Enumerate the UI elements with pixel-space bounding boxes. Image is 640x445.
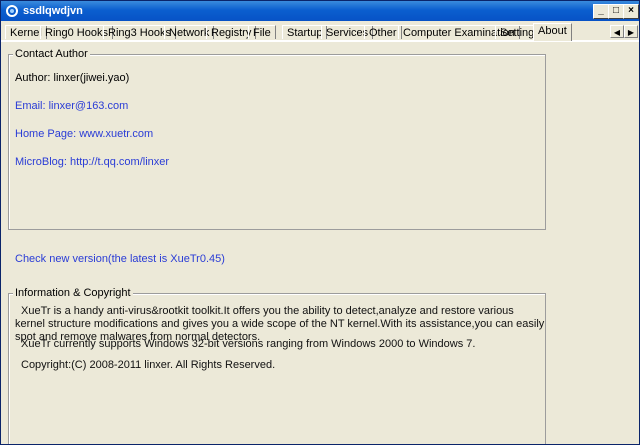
tab-scroll-right-icon[interactable]: ▶ xyxy=(624,25,638,38)
homepage-link[interactable]: Home Page: www.xuetr.com xyxy=(15,128,153,140)
tab-about[interactable]: About xyxy=(533,23,572,41)
author-text: Author: linxer(jiwei.yao) xyxy=(15,72,130,84)
maximize-icon[interactable]: □ xyxy=(608,4,624,19)
about-panel: Contact Author Author: linxer(jiwei.yao)… xyxy=(1,41,639,444)
tab-file[interactable]: File xyxy=(248,25,276,39)
information-copyright-group: Information & Copyright XueTr is a handy… xyxy=(8,287,546,444)
title-bar[interactable]: ssdlqwdjvn _ □ × xyxy=(1,1,639,21)
close-icon[interactable]: × xyxy=(623,4,639,19)
minimize-icon[interactable]: _ xyxy=(593,4,609,19)
information-copyright-label: Information & Copyright xyxy=(13,287,133,299)
info-copyright: Copyright:(C) 2008-2011 linxer. All Righ… xyxy=(21,359,276,371)
app-window: ssdlqwdjvn _ □ × Kernel Ring0 Hooks Ring… xyxy=(0,0,640,445)
check-version-link[interactable]: Check new version(the latest is XueTr0.4… xyxy=(15,253,225,265)
contact-author-group: Contact Author Author: linxer(jiwei.yao)… xyxy=(8,48,546,230)
window-title: ssdlqwdjvn xyxy=(23,5,83,17)
tab-bar: Kernel Ring0 Hooks Ring3 Hooks Network R… xyxy=(1,23,639,41)
info-support: XueTr currently supports Windows 32-bit … xyxy=(21,338,476,350)
app-icon xyxy=(5,4,19,18)
contact-author-label: Contact Author xyxy=(13,48,90,60)
tab-scroll-left-icon[interactable]: ◀ xyxy=(610,25,624,38)
microblog-link[interactable]: MicroBlog: http://t.qq.com/linxer xyxy=(15,156,169,168)
tab-other[interactable]: Other xyxy=(364,25,402,39)
email-link[interactable]: Email: linxer@163.com xyxy=(15,100,128,112)
